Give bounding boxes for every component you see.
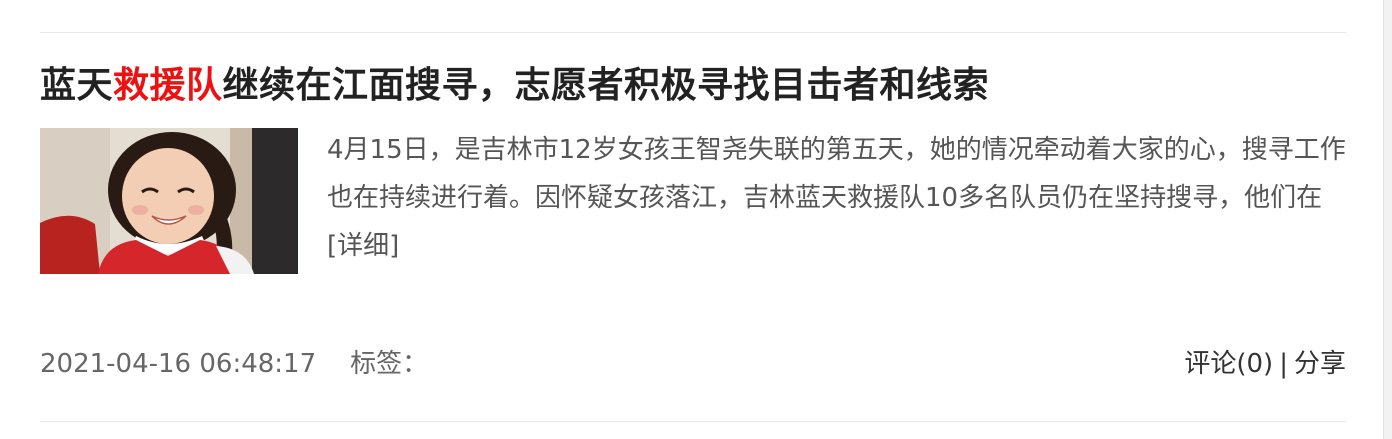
comment-link[interactable]: 评论(0)	[1184, 349, 1273, 379]
publish-date: 2021-04-16 06:48:17	[40, 349, 317, 379]
top-divider	[40, 32, 1346, 33]
bottom-divider	[40, 421, 1346, 422]
article-thumbnail[interactable]	[40, 128, 298, 274]
share-link[interactable]: 分享	[1294, 349, 1346, 379]
title-part-1: 蓝天	[40, 65, 114, 106]
article-actions: 评论(0) | 分享	[1184, 340, 1346, 388]
tags-label: 标签：	[350, 349, 429, 379]
article-title-link[interactable]: 蓝天救援队继续在江面搜寻，志愿者积极寻找目击者和线索	[40, 60, 1346, 112]
article-meta: 2021-04-16 06:48:17 标签：	[40, 340, 428, 388]
scrollbar-track[interactable]	[1383, 0, 1392, 439]
title-part-2: 继续在江面搜寻，志愿者积极寻找目击者和线索	[222, 65, 990, 106]
summary-text: 4月15日，是吉林市12岁女孩王智尧失联的第五天，她的情况牵动着大家的心，搜寻工…	[327, 135, 1346, 213]
title-highlight: 救援队	[113, 65, 223, 106]
article-summary: 4月15日，是吉林市12岁女孩王智尧失联的第五天，她的情况牵动着大家的心，搜寻工…	[327, 126, 1347, 270]
read-more-link[interactable]: [详细]	[327, 231, 399, 261]
action-separator: |	[1279, 349, 1288, 379]
